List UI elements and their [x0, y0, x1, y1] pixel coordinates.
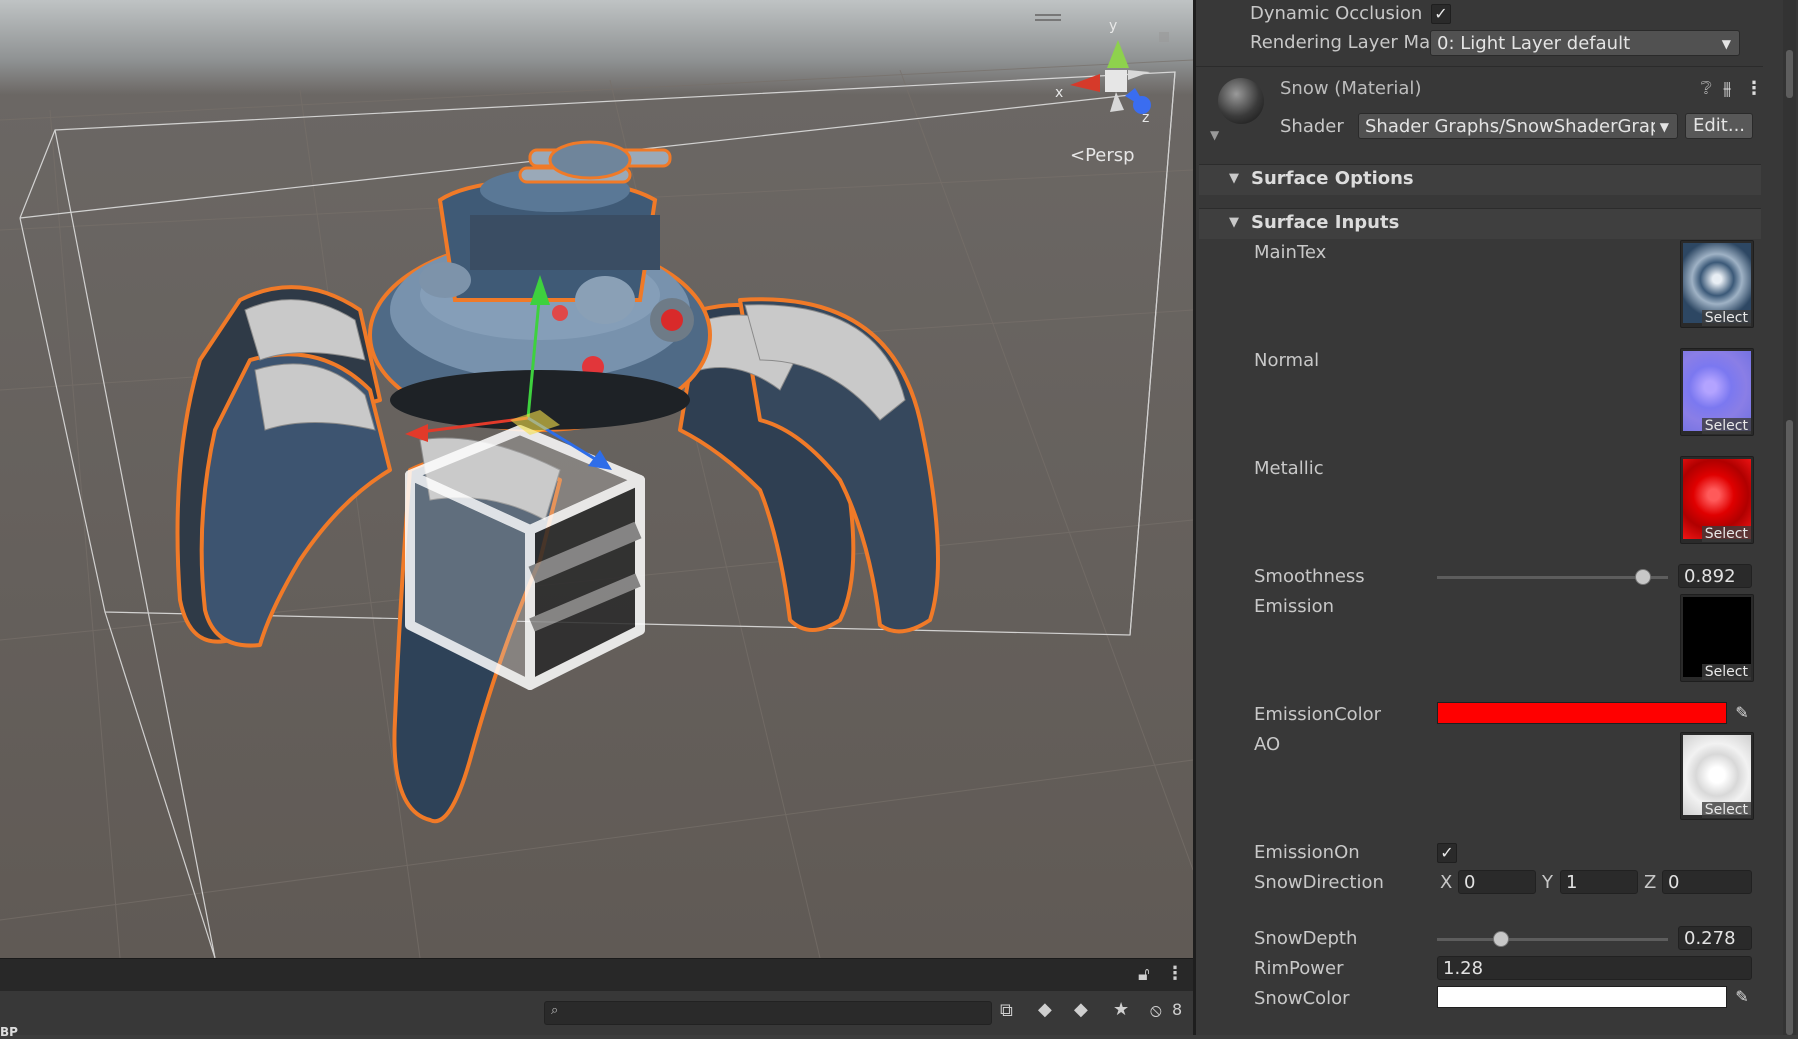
hidden-visibility-icon[interactable]: ⦸: [1150, 1000, 1162, 1021]
rendering-layer-dropdown[interactable]: 0: Light Layer default ▼: [1430, 30, 1740, 56]
help-icon[interactable]: ❔︎: [1701, 78, 1712, 99]
edit-shader-button[interactable]: Edit...: [1685, 113, 1753, 139]
dropdown-arrow-icon: ▼: [1721, 37, 1731, 51]
inspector-panel: Dynamic Occlusion ✓ Rendering Layer Ma 0…: [1193, 0, 1798, 1035]
ao-label: AO: [1254, 734, 1281, 755]
metallic-select[interactable]: Select: [1701, 526, 1751, 542]
collapse-triangle-icon[interactable]: ▼: [1210, 128, 1219, 142]
surface-options-title: Surface Options: [1251, 168, 1414, 189]
snow-color-label: SnowColor: [1254, 988, 1350, 1009]
filter-by-type-icon[interactable]: ◆: [1038, 999, 1052, 1020]
smoothness-value-field[interactable]: 0.892: [1678, 564, 1752, 588]
normal-select[interactable]: Select: [1701, 418, 1751, 434]
orientation-gizmo[interactable]: y x z: [1055, 18, 1169, 126]
dynamic-occlusion-label: Dynamic Occlusion: [1250, 3, 1423, 24]
panel-header-bar: 🔓︎ ⋮: [0, 958, 1193, 992]
foldout-triangle-icon: ▼: [1229, 215, 1239, 230]
emission-texture-slot[interactable]: Select: [1680, 594, 1754, 682]
rim-power-field[interactable]: 1.28: [1437, 956, 1752, 980]
snow-direction-x-field[interactable]: 0: [1458, 870, 1536, 894]
emission-color-label: EmissionColor: [1254, 704, 1382, 725]
ao-select[interactable]: Select: [1701, 802, 1751, 818]
shader-label: Shader: [1280, 116, 1344, 137]
chevron-left-icon: <: [1070, 145, 1086, 166]
scrollbar-thumb[interactable]: [1786, 420, 1793, 1035]
persp-label: Persp: [1085, 145, 1135, 166]
snow-depth-slider-track[interactable]: [1437, 938, 1668, 941]
foldout-triangle-icon: ▼: [1229, 171, 1239, 186]
bottom-truncated-label: BP: [0, 1025, 18, 1039]
rendering-layer-label: Rendering Layer Ma: [1250, 32, 1431, 53]
snow-depth-value-field[interactable]: 0.278: [1678, 926, 1752, 950]
metallic-texture-slot[interactable]: Select: [1680, 456, 1754, 544]
search-icon: ⌕: [551, 1003, 559, 1018]
gizmo-y-label: y: [1109, 18, 1117, 34]
normal-texture-slot[interactable]: Select: [1680, 348, 1754, 436]
smoothness-label: Smoothness: [1254, 566, 1365, 587]
eyedropper-icon[interactable]: ✎: [1731, 986, 1753, 1008]
scene-view[interactable]: y x z <Persp: [0, 0, 1193, 958]
material-name: Snow (Material): [1280, 78, 1422, 99]
lock-icon[interactable]: 🔓︎: [1138, 964, 1150, 985]
hidden-count: 8: [1172, 1000, 1183, 1019]
maintex-label: MainTex: [1254, 242, 1327, 263]
metallic-label: Metallic: [1254, 458, 1324, 479]
surface-inputs-title: Surface Inputs: [1251, 212, 1400, 233]
snow-direction-label: SnowDirection: [1254, 872, 1384, 893]
search-input[interactable]: [569, 1003, 983, 1023]
dropdown-arrow-icon: ▼: [1659, 120, 1669, 134]
shader-dropdown[interactable]: Shader Graphs/SnowShaderGraph ▼: [1358, 113, 1678, 139]
rendering-layer-value: 0: Light Layer default: [1437, 33, 1631, 54]
dynamic-occlusion-checkbox[interactable]: ✓: [1431, 4, 1451, 24]
snow-direction-z-field[interactable]: 0: [1662, 870, 1752, 894]
inspector-scrollbar[interactable]: [1783, 0, 1796, 1035]
project-search-field[interactable]: ⌕: [544, 1001, 992, 1025]
rim-power-label: RimPower: [1254, 958, 1344, 979]
emission-select[interactable]: Select: [1701, 664, 1751, 680]
gizmo-x-label: x: [1055, 85, 1063, 101]
smoothness-slider-track[interactable]: [1437, 576, 1668, 579]
material-preview-sphere[interactable]: [1218, 78, 1264, 124]
surface-inputs-foldout[interactable]: ▼ Surface Inputs: [1199, 208, 1761, 239]
maintex-select[interactable]: Select: [1701, 310, 1751, 326]
scrollbar-thumb-upper[interactable]: [1786, 50, 1793, 98]
smoothness-slider-knob[interactable]: [1635, 569, 1652, 585]
preset-settings-icon[interactable]: ⫵: [1723, 78, 1731, 99]
snow-depth-label: SnowDepth: [1254, 928, 1358, 949]
emission-color-swatch[interactable]: [1437, 702, 1727, 724]
material-more-icon[interactable]: ⋮: [1745, 78, 1763, 99]
shader-value: Shader Graphs/SnowShaderGraph: [1365, 116, 1655, 137]
normal-label: Normal: [1254, 350, 1320, 371]
emission-on-checkbox[interactable]: ✓: [1437, 843, 1457, 863]
emission-on-label: EmissionOn: [1254, 842, 1360, 863]
snow-direction-y-label: Y: [1542, 872, 1553, 893]
perspective-toggle[interactable]: <Persp: [1070, 145, 1135, 166]
gizmo-z-label: z: [1142, 110, 1149, 126]
snow-direction-x-label: X: [1440, 872, 1453, 893]
snow-direction-z-label: Z: [1644, 872, 1657, 893]
maintex-texture-slot[interactable]: Select: [1680, 240, 1754, 328]
more-menu-icon[interactable]: ⋮: [1166, 963, 1184, 984]
checkmark-icon: ✓: [1434, 4, 1448, 23]
snow-depth-slider-knob[interactable]: [1493, 931, 1510, 947]
divider: [1196, 66, 1763, 67]
ao-texture-slot[interactable]: Select: [1680, 732, 1754, 820]
scene-view-icon[interactable]: ⧉: [1000, 1000, 1013, 1021]
surface-options-foldout[interactable]: ▼ Surface Options: [1199, 164, 1761, 195]
eyedropper-icon[interactable]: ✎: [1731, 702, 1753, 724]
label-tag-icon[interactable]: ◆: [1074, 999, 1088, 1020]
favorite-star-icon[interactable]: ★: [1113, 999, 1129, 1020]
checkmark-icon: ✓: [1440, 843, 1454, 862]
snow-direction-y-field[interactable]: 1: [1560, 870, 1638, 894]
scene-menu-handle[interactable]: [1035, 14, 1061, 22]
scene-viewport-graphics[interactable]: y x z: [0, 0, 1193, 958]
snow-color-swatch[interactable]: [1437, 986, 1727, 1008]
emission-label: Emission: [1254, 596, 1335, 617]
